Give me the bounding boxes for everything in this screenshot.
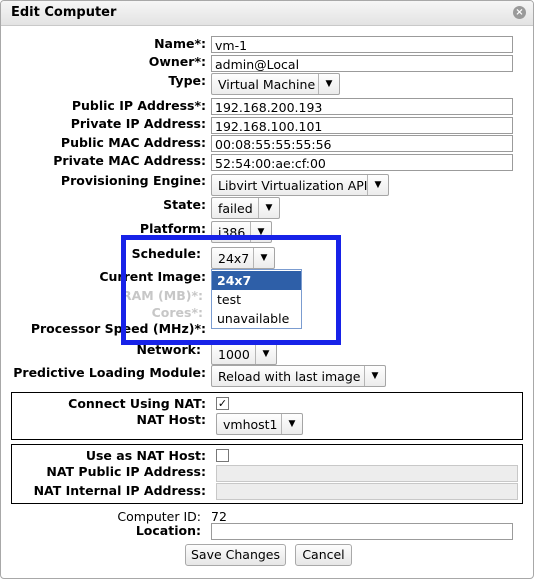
provisioning-engine-label: Provisioning Engine: <box>60 173 206 188</box>
state-select[interactable]: failed ▼ <box>211 197 280 219</box>
nat-public-ip-label: NAT Public IP Address: <box>46 464 206 479</box>
computer-id-value: 72 <box>211 509 227 524</box>
private-mac-input[interactable]: 52:54:00:ae:cf:00 <box>211 154 513 171</box>
type-select[interactable]: Virtual Machine ▼ <box>211 73 340 95</box>
state-label: State: <box>163 197 206 212</box>
owner-input[interactable]: admin@Local <box>211 55 513 72</box>
checkmark-icon: ✓ <box>217 397 228 410</box>
chevron-down-icon: ▼ <box>367 175 388 195</box>
nat-internal-ip-label: NAT Internal IP Address: <box>33 483 206 498</box>
type-label: Type: <box>168 73 206 88</box>
highlight-annotation <box>121 235 341 345</box>
location-input[interactable] <box>211 523 513 540</box>
public-ip-input[interactable]: 192.168.200.193 <box>211 98 513 115</box>
use-nat-host-label: Use as NAT Host: <box>85 448 206 463</box>
nat-public-ip-input <box>216 465 518 482</box>
chevron-down-icon: ▼ <box>255 344 276 364</box>
cancel-button[interactable]: Cancel <box>295 544 352 566</box>
chevron-down-icon: ▼ <box>258 198 279 218</box>
use-nat-host-checkbox[interactable] <box>216 449 229 462</box>
predictive-loading-value: Reload with last image <box>218 369 361 384</box>
close-icon[interactable]: × <box>513 6 526 19</box>
chevron-down-icon: ▼ <box>364 366 385 386</box>
edit-computer-dialog: Edit Computer × Name*: vm-1 Owner*: admi… <box>0 0 534 579</box>
name-input[interactable]: vm-1 <box>211 36 513 53</box>
provisioning-engine-select[interactable]: Libvirt Virtualization API ▼ <box>211 174 389 196</box>
location-label: Location: <box>135 523 201 538</box>
nat-host-value: vmhost1 <box>223 417 278 432</box>
public-ip-label: Public IP Address*: <box>71 98 206 113</box>
name-label: Name*: <box>154 36 206 51</box>
network-value: 1000 <box>218 347 250 362</box>
network-select[interactable]: 1000 ▼ <box>211 343 277 365</box>
predictive-loading-select[interactable]: Reload with last image ▼ <box>211 365 386 387</box>
state-value: failed <box>218 201 253 216</box>
nat-host-label: NAT Host: <box>136 412 206 427</box>
nat-internal-ip-input <box>216 483 518 500</box>
dialog-title: Edit Computer <box>11 5 117 20</box>
predictive-loading-label: Predictive Loading Module: <box>13 365 206 380</box>
type-select-value: Virtual Machine <box>218 77 316 92</box>
connect-nat-checkbox[interactable]: ✓ <box>216 397 229 410</box>
private-ip-label: Private IP Address: <box>70 116 206 131</box>
provisioning-engine-value: Libvirt Virtualization API <box>218 178 368 193</box>
computer-id-label: Computer ID: <box>117 509 201 524</box>
private-ip-input[interactable]: 192.168.100.101 <box>211 117 513 134</box>
owner-label: Owner*: <box>148 54 206 69</box>
platform-label: Platform: <box>139 221 206 236</box>
nat-host-select[interactable]: vmhost1 ▼ <box>216 413 303 435</box>
public-mac-label: Public MAC Address: <box>60 135 206 150</box>
public-mac-input[interactable]: 00:08:55:55:55:56 <box>211 135 513 152</box>
save-changes-button[interactable]: Save Changes <box>185 544 286 566</box>
dialog-titlebar[interactable]: Edit Computer × <box>1 1 533 26</box>
connect-nat-label: Connect Using NAT: <box>68 396 206 411</box>
private-mac-label: Private MAC Address: <box>53 153 206 168</box>
chevron-down-icon: ▼ <box>318 74 339 94</box>
chevron-down-icon: ▼ <box>281 414 302 434</box>
